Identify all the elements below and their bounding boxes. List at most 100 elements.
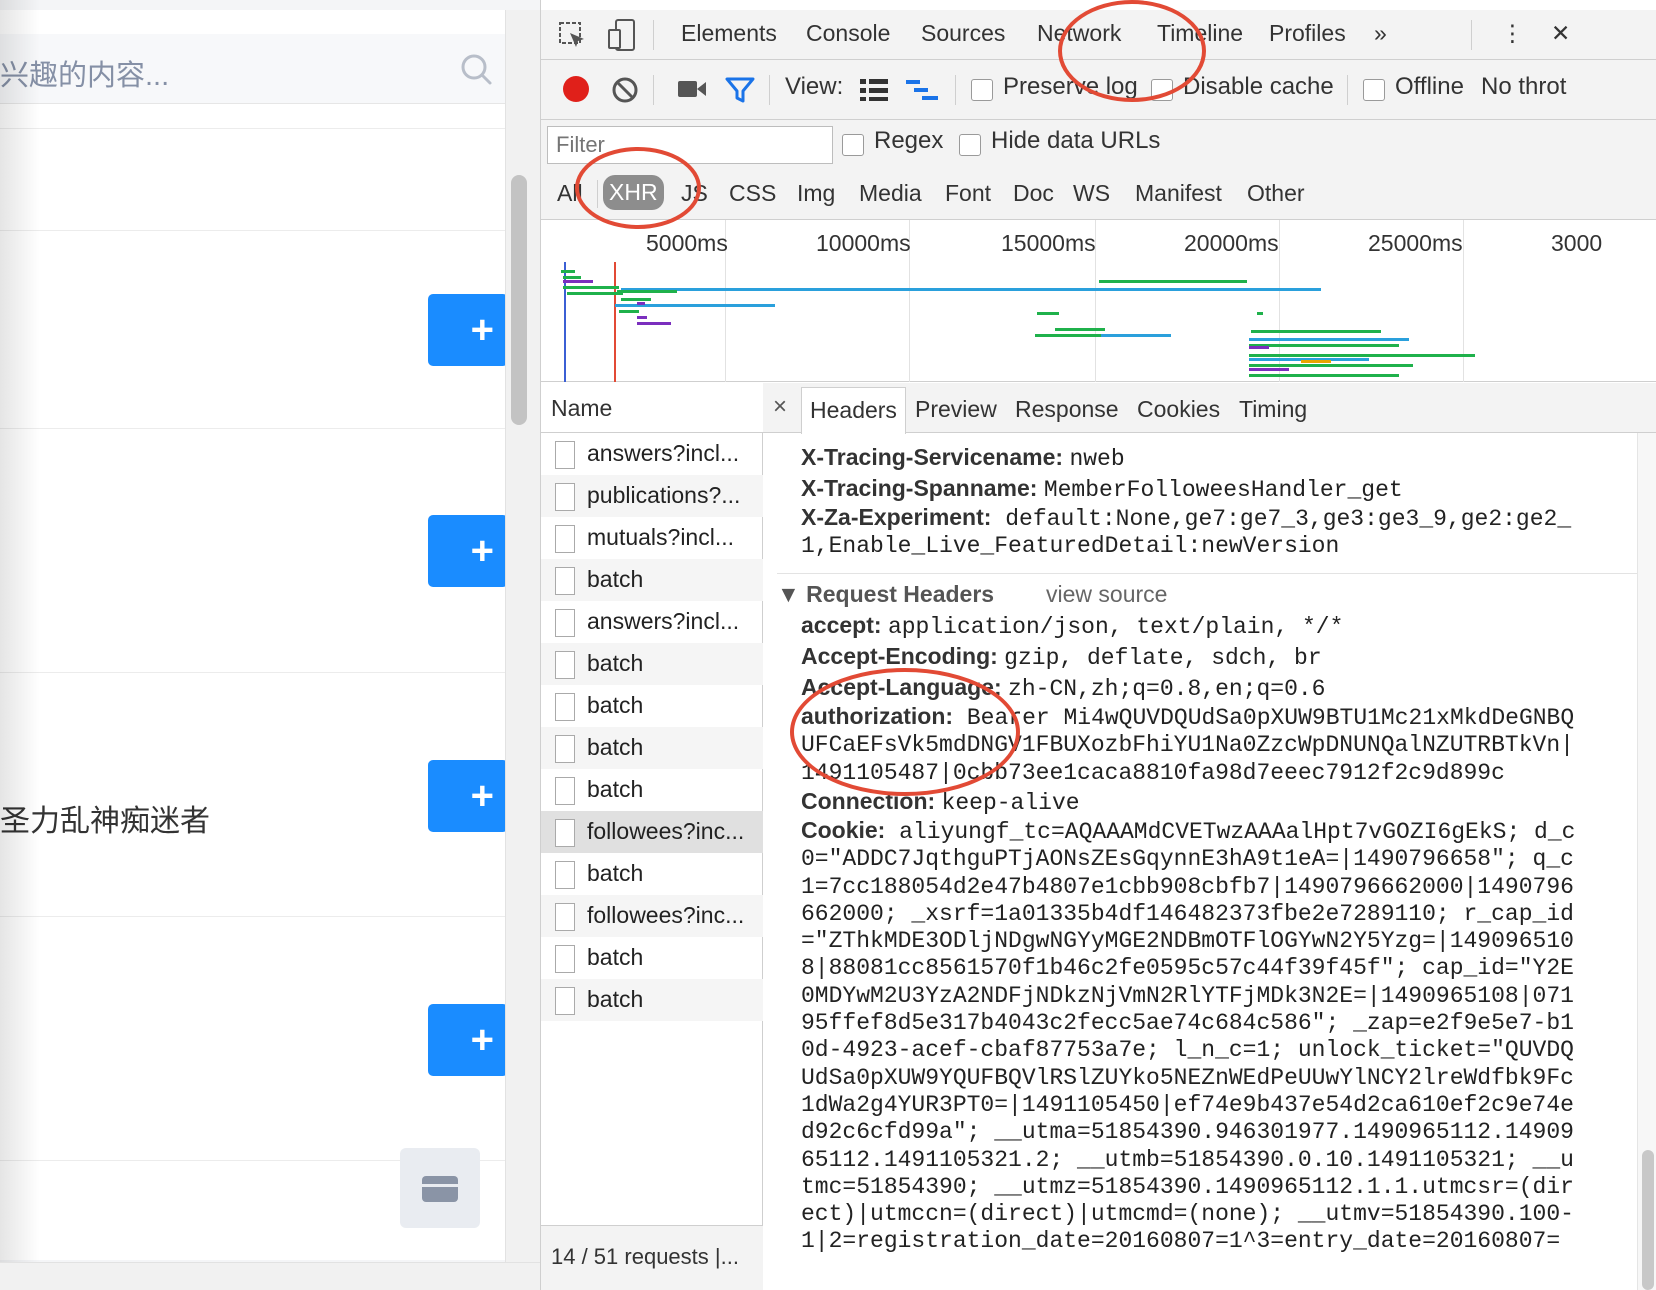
request-row[interactable]: followees?inc... <box>541 895 763 937</box>
type-doc[interactable]: Doc <box>1013 180 1054 207</box>
request-name[interactable]: batch <box>587 692 757 719</box>
tab-elements[interactable]: Elements <box>681 20 777 47</box>
request-name[interactable]: batch <box>587 566 757 593</box>
search-icon[interactable] <box>459 52 493 86</box>
detail-scrollbar-thumb[interactable] <box>1642 1150 1654 1290</box>
request-row[interactable]: batch <box>541 937 763 979</box>
clear-icon[interactable] <box>611 76 639 104</box>
offline-label[interactable]: Offline <box>1395 73 1464 101</box>
tab-sources[interactable]: Sources <box>921 20 1005 47</box>
request-name[interactable]: batch <box>587 986 757 1013</box>
name-column-header[interactable]: Name <box>541 383 763 433</box>
waterfall-view-icon[interactable] <box>905 78 939 104</box>
request-row[interactable]: mutuals?incl... <box>541 517 763 559</box>
request-name[interactable]: mutuals?incl... <box>587 524 757 551</box>
type-other[interactable]: Other <box>1247 180 1305 207</box>
tab-timeline[interactable]: Timeline <box>1157 20 1243 47</box>
request-row[interactable]: answers?incl... <box>541 433 763 475</box>
header-name: authorization: <box>801 703 954 729</box>
tab-profiles[interactable]: Profiles <box>1269 20 1346 47</box>
horizontal-scrollbar[interactable] <box>0 1262 540 1290</box>
tab-response[interactable]: Response <box>1015 396 1119 423</box>
request-name[interactable]: batch <box>587 944 757 971</box>
regex-checkbox[interactable] <box>842 134 864 156</box>
request-row[interactable]: batch <box>541 727 763 769</box>
follow-button[interactable]: + <box>428 760 508 832</box>
screenshot-video-icon[interactable] <box>677 78 707 100</box>
filter-icon[interactable] <box>725 76 755 104</box>
request-row[interactable]: batch <box>541 685 763 727</box>
header-line: authorization: Bearer Mi4wQUVDQUdSa0pXUW… <box>801 703 1581 787</box>
disable-cache-checkbox[interactable] <box>1151 79 1173 101</box>
request-name[interactable]: batch <box>587 650 757 677</box>
request-name[interactable]: batch <box>587 776 757 803</box>
header-line: Accept-Encoding: gzip, deflate, sdch, br <box>801 642 1322 672</box>
type-manifest[interactable]: Manifest <box>1135 180 1222 207</box>
regex-label[interactable]: Regex <box>874 127 943 155</box>
page-scrollbar-thumb[interactable] <box>511 175 527 425</box>
request-name[interactable]: followees?inc... <box>587 818 757 845</box>
request-row[interactable]: answers?incl... <box>541 601 763 643</box>
follow-button[interactable]: + <box>428 515 508 587</box>
type-media[interactable]: Media <box>859 180 922 207</box>
close-detail-icon[interactable]: × <box>773 393 787 421</box>
tab-headers[interactable]: Headers <box>801 387 906 434</box>
hide-data-urls-checkbox[interactable] <box>959 134 981 156</box>
request-name[interactable]: answers?incl... <box>587 440 757 467</box>
request-row[interactable]: batch <box>541 769 763 811</box>
type-all[interactable]: All <box>557 180 583 207</box>
view-source-link[interactable]: view source <box>1046 581 1167 608</box>
request-name[interactable]: publications?... <box>587 482 757 509</box>
network-overview[interactable]: 5000ms 10000ms 15000ms 20000ms 25000ms 3… <box>541 220 1656 382</box>
request-name[interactable]: batch <box>587 734 757 761</box>
hide-data-urls-label[interactable]: Hide data URLs <box>991 127 1160 155</box>
follow-button[interactable]: + <box>428 294 508 366</box>
inspect-element-icon[interactable] <box>557 20 587 50</box>
menu-icon[interactable]: ⋮ <box>1501 20 1524 47</box>
more-tabs-icon[interactable]: » <box>1374 20 1387 47</box>
request-row[interactable]: batch <box>541 853 763 895</box>
close-devtools-icon[interactable]: ✕ <box>1551 20 1570 47</box>
type-css[interactable]: CSS <box>729 180 776 207</box>
offline-checkbox[interactable] <box>1363 79 1385 101</box>
type-xhr[interactable]: XHR <box>603 175 664 210</box>
floating-button[interactable] <box>400 1148 480 1228</box>
record-icon[interactable] <box>563 76 589 102</box>
follow-button[interactable]: + <box>428 1004 508 1076</box>
request-name[interactable]: answers?incl... <box>587 608 757 635</box>
tab-preview[interactable]: Preview <box>915 396 997 423</box>
device-toolbar-icon[interactable] <box>607 18 637 52</box>
filter-bar: Regex Hide data URLs All XHR JS CSS Img … <box>541 120 1656 220</box>
tab-cookies[interactable]: Cookies <box>1137 396 1220 423</box>
filter-field[interactable] <box>547 126 833 164</box>
preserve-log-label[interactable]: Preserve log <box>1003 73 1138 101</box>
large-rows-icon[interactable] <box>859 78 889 102</box>
request-headers-section[interactable]: ▼ Request Headers <box>777 581 994 608</box>
separator <box>597 180 598 208</box>
type-img[interactable]: Img <box>797 180 835 207</box>
preserve-log-checkbox[interactable] <box>971 79 993 101</box>
request-row[interactable]: batch <box>541 559 763 601</box>
type-js[interactable]: JS <box>681 180 708 207</box>
filter-input[interactable] <box>548 127 832 163</box>
tab-timing[interactable]: Timing <box>1239 396 1307 423</box>
request-name[interactable]: followees?inc... <box>587 902 757 929</box>
disable-cache-label[interactable]: Disable cache <box>1183 73 1334 101</box>
tab-console[interactable]: Console <box>806 20 890 47</box>
header-name: accept: <box>801 612 882 638</box>
request-row[interactable]: publications?... <box>541 475 763 517</box>
summary-bar: 14 / 51 requests |... <box>541 1225 763 1290</box>
tab-network[interactable]: Network <box>1037 20 1121 47</box>
request-name[interactable]: batch <box>587 860 757 887</box>
throttling-select[interactable]: No throt <box>1481 73 1566 101</box>
web-page: 兴趣的内容... + + 圣力乱神痴迷者 + + <box>0 0 540 1290</box>
header-line: X-Za-Experiment: default:None,ge7:ge7_3,… <box>801 504 1581 561</box>
request-row[interactable]: batch <box>541 979 763 1021</box>
header-name: X-Za-Experiment: <box>801 504 992 530</box>
request-row[interactable]: followees?inc... <box>541 811 763 853</box>
type-ws[interactable]: WS <box>1073 180 1110 207</box>
request-row[interactable]: batch <box>541 643 763 685</box>
type-font[interactable]: Font <box>945 180 991 207</box>
name-column-label[interactable]: Name <box>551 395 612 422</box>
detail-scrollbar[interactable] <box>1637 433 1656 1290</box>
